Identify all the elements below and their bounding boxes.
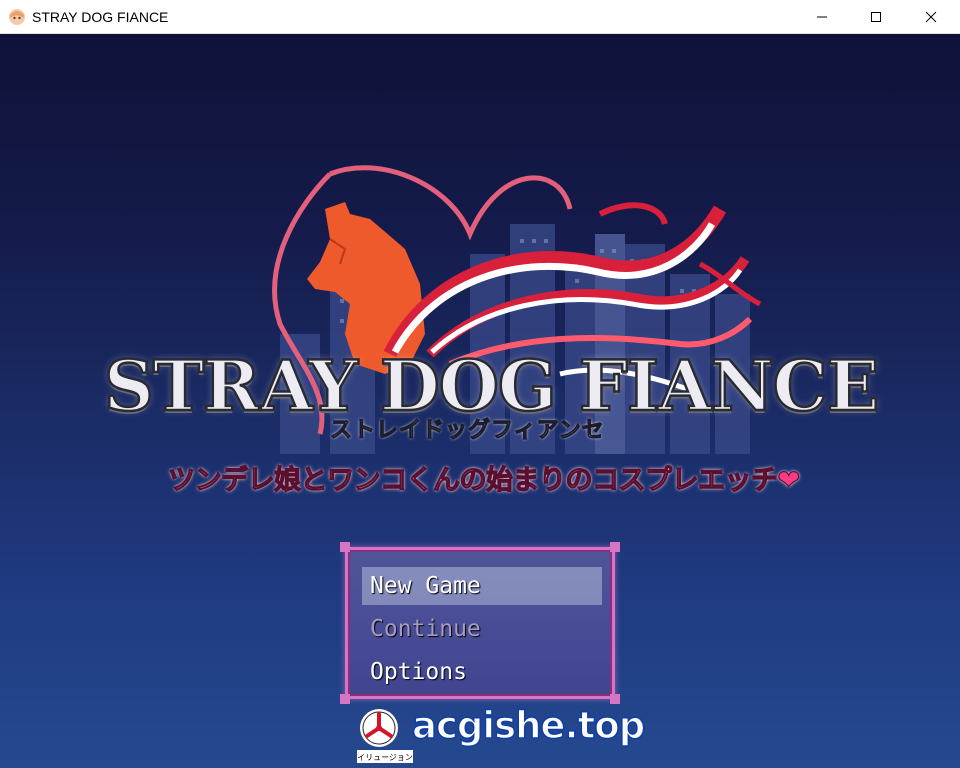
minimize-icon bbox=[817, 16, 827, 18]
menu-corner-ornament bbox=[610, 542, 620, 552]
title-menu: New Game Continue Options bbox=[340, 542, 620, 704]
close-icon bbox=[925, 11, 937, 23]
menu-new-game[interactable]: New Game bbox=[362, 567, 602, 605]
menu-continue[interactable]: Continue bbox=[362, 610, 602, 648]
logo-caption: イリュージョン bbox=[357, 753, 413, 762]
minimize-button[interactable] bbox=[799, 0, 845, 34]
illusion-logo: イリュージョン bbox=[357, 709, 413, 763]
heart-icon: ❤ bbox=[777, 464, 801, 496]
maximize-icon bbox=[871, 12, 881, 22]
menu-corner-ornament bbox=[340, 542, 350, 552]
title-screen: STRAY DOG FIANCE ストレイドッグフィアンセ ツンデレ娘とワンコく… bbox=[0, 34, 960, 768]
window-title: STRAY DOG FIANCE bbox=[32, 9, 169, 25]
menu-corner-ornament bbox=[340, 694, 350, 704]
app-icon bbox=[9, 9, 25, 25]
maximize-button[interactable] bbox=[853, 0, 899, 34]
title-subtitle: ツンデレ娘とワンコくんの始まりのコスプレエッチ❤ bbox=[167, 458, 801, 497]
menu-options[interactable]: Options bbox=[362, 653, 602, 691]
menu-corner-ornament bbox=[610, 694, 620, 704]
close-button[interactable] bbox=[908, 0, 954, 34]
title-katakana: ストレイドッグフィアンセ bbox=[330, 417, 605, 444]
subtitle-text: ツンデレ娘とワンコくんの始まりのコスプレエッチ bbox=[167, 464, 778, 496]
window-titlebar: STRAY DOG FIANCE bbox=[0, 0, 960, 34]
watermark-text: acgishe.top bbox=[411, 703, 646, 748]
